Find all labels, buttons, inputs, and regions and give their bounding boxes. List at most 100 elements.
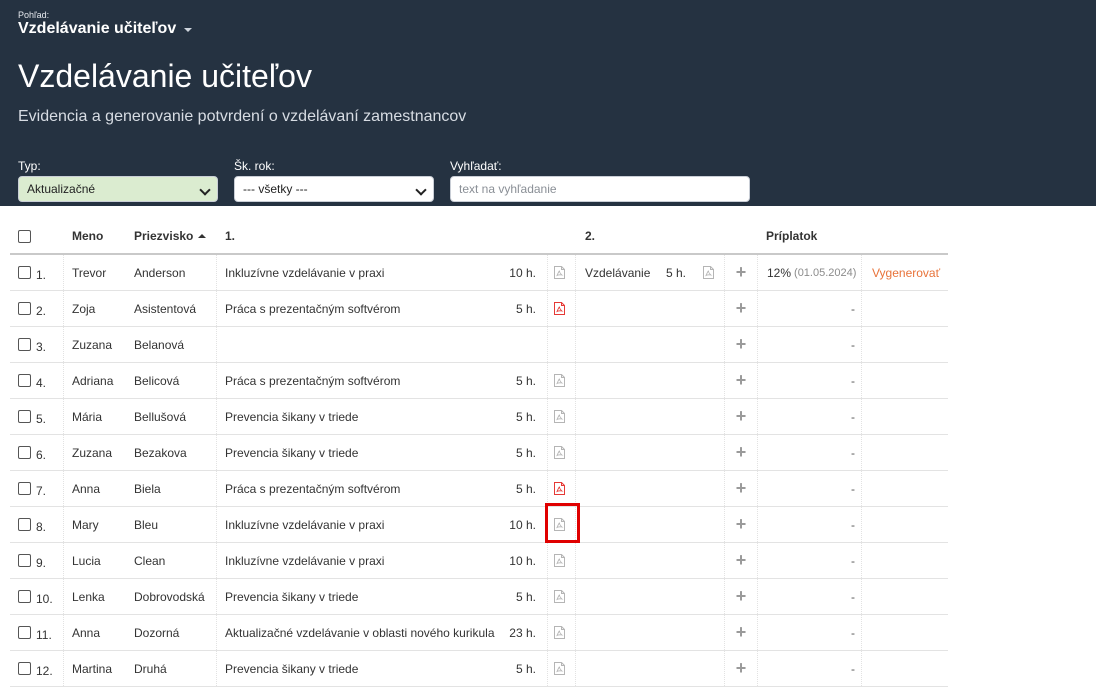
year-select[interactable]: --- všetky --- — [234, 176, 434, 202]
column-divider — [63, 255, 71, 290]
row-select-cell: 10. — [18, 579, 68, 614]
hours-1: 5 h. — [515, 301, 536, 316]
column-divider — [757, 255, 765, 290]
type-select[interactable]: Aktualizačné — [18, 176, 218, 202]
column-header-surname[interactable]: Priezvisko — [134, 219, 224, 253]
course-1: Práca s prezentačným softvérom — [225, 301, 401, 316]
add-icon[interactable]: + — [724, 399, 758, 434]
pdf-icon[interactable] — [554, 471, 568, 506]
column-divider — [757, 543, 765, 578]
row-checkbox[interactable] — [18, 554, 31, 567]
bonus: - — [851, 445, 855, 460]
row-checkbox[interactable] — [18, 518, 31, 531]
bonus-value: 12% — [767, 265, 792, 280]
row-select-cell: 9. — [18, 543, 68, 578]
surname: Bellušová — [134, 409, 187, 424]
generate-link[interactable]: Vygenerovať — [872, 255, 944, 290]
add-icon[interactable]: + — [724, 507, 758, 542]
row-number: 3. — [36, 340, 47, 354]
first-name: Zoja — [72, 301, 96, 316]
add-icon[interactable]: + — [724, 651, 758, 686]
first-name: Zuzana — [72, 337, 113, 352]
row-checkbox[interactable] — [18, 626, 31, 639]
row-checkbox[interactable] — [18, 302, 31, 315]
column-divider — [861, 435, 869, 470]
row-checkbox[interactable] — [18, 338, 31, 351]
column-divider — [63, 291, 71, 326]
column-divider — [861, 615, 869, 650]
column-divider — [63, 435, 71, 470]
search-input[interactable]: text na vyhľadanie — [450, 176, 750, 202]
select-all-checkbox[interactable] — [18, 229, 31, 243]
page-header: Pohľad: Vzdelávanie učiteľov Vzdelávanie… — [0, 0, 1096, 206]
column-divider — [575, 471, 583, 506]
column-divider — [757, 399, 765, 434]
table-row: 7. Anna Biela Práca s prezentačným softvéro… — [10, 471, 948, 507]
page-title: Vzdelávanie učiteľov — [18, 58, 312, 94]
pdf-icon[interactable] — [554, 579, 568, 614]
table-row: 5. Mária Bellušová Prevencia šikany v tried… — [10, 399, 948, 435]
add-icon[interactable]: + — [724, 291, 758, 326]
column-divider — [575, 579, 583, 614]
add-icon[interactable]: + — [724, 255, 758, 290]
pdf-icon[interactable] — [554, 291, 568, 326]
add-icon[interactable]: + — [724, 363, 758, 398]
caret-down-icon — [184, 28, 193, 32]
bonus: - — [851, 337, 855, 352]
pdf-icon[interactable] — [554, 363, 568, 398]
add-icon[interactable]: + — [724, 435, 758, 470]
add-icon[interactable]: + — [724, 543, 758, 578]
row-select-cell: 7. — [18, 471, 68, 506]
column-header-surname-label: Priezvisko — [134, 229, 194, 243]
sort-ascending-icon — [198, 234, 207, 238]
view-selector[interactable]: Vzdelávanie učiteľov — [18, 20, 193, 38]
surname: Dobrovodská — [134, 589, 205, 604]
row-checkbox[interactable] — [18, 410, 31, 423]
course-2: Vzdelávanie — [585, 265, 651, 280]
first-name: Lucia — [72, 553, 101, 568]
row-checkbox[interactable] — [18, 590, 31, 603]
hours-1: 10 h. — [509, 265, 536, 280]
add-icon[interactable]: + — [724, 615, 758, 650]
row-checkbox[interactable] — [18, 266, 31, 279]
row-checkbox[interactable] — [18, 662, 31, 675]
column-header-second: 2. — [585, 229, 596, 243]
row-select-cell: 4. — [18, 363, 68, 398]
column-divider — [63, 543, 71, 578]
pdf-icon[interactable] — [554, 399, 568, 434]
course-1: Práca s prezentačným softvérom — [225, 373, 401, 388]
hours-1: 10 h. — [509, 553, 536, 568]
add-icon[interactable]: + — [724, 471, 758, 506]
type-filter: Typ: Aktualizačné — [18, 159, 218, 202]
pdf-icon[interactable] — [703, 255, 717, 290]
add-icon[interactable]: + — [724, 579, 758, 614]
row-checkbox[interactable] — [18, 374, 31, 387]
surname: Belanová — [134, 337, 185, 352]
column-divider — [861, 543, 869, 578]
pdf-icon[interactable] — [554, 543, 568, 578]
row-select-cell: 8. — [18, 507, 68, 542]
pdf-icon[interactable] — [554, 435, 568, 470]
bonus: - — [851, 589, 855, 604]
table-row: 8. Mary Bleu Inkluzívne vzdelávanie v praxi… — [10, 507, 948, 543]
hours-1: 5 h. — [515, 481, 536, 496]
row-select-cell: 5. — [18, 399, 68, 434]
column-divider — [861, 363, 869, 398]
row-number: 4. — [36, 376, 47, 390]
add-icon[interactable]: + — [724, 327, 758, 362]
pdf-icon[interactable] — [554, 255, 568, 290]
row-checkbox[interactable] — [18, 446, 31, 459]
row-number: 7. — [36, 484, 47, 498]
column-divider — [757, 579, 765, 614]
bonus: - — [851, 301, 855, 316]
row-select-cell: 3. — [18, 327, 68, 362]
page-subtitle: Evidencia a generovanie potvrdení o vzde… — [18, 108, 467, 125]
first-name: Trevor — [72, 265, 107, 280]
column-header-name[interactable]: Meno — [72, 219, 132, 253]
column-divider — [63, 579, 71, 614]
year-filter: Šk. rok: --- všetky --- — [234, 159, 434, 202]
row-number: 6. — [36, 448, 47, 462]
pdf-icon[interactable] — [554, 615, 568, 650]
row-checkbox[interactable] — [18, 482, 31, 495]
pdf-icon[interactable] — [554, 651, 568, 686]
